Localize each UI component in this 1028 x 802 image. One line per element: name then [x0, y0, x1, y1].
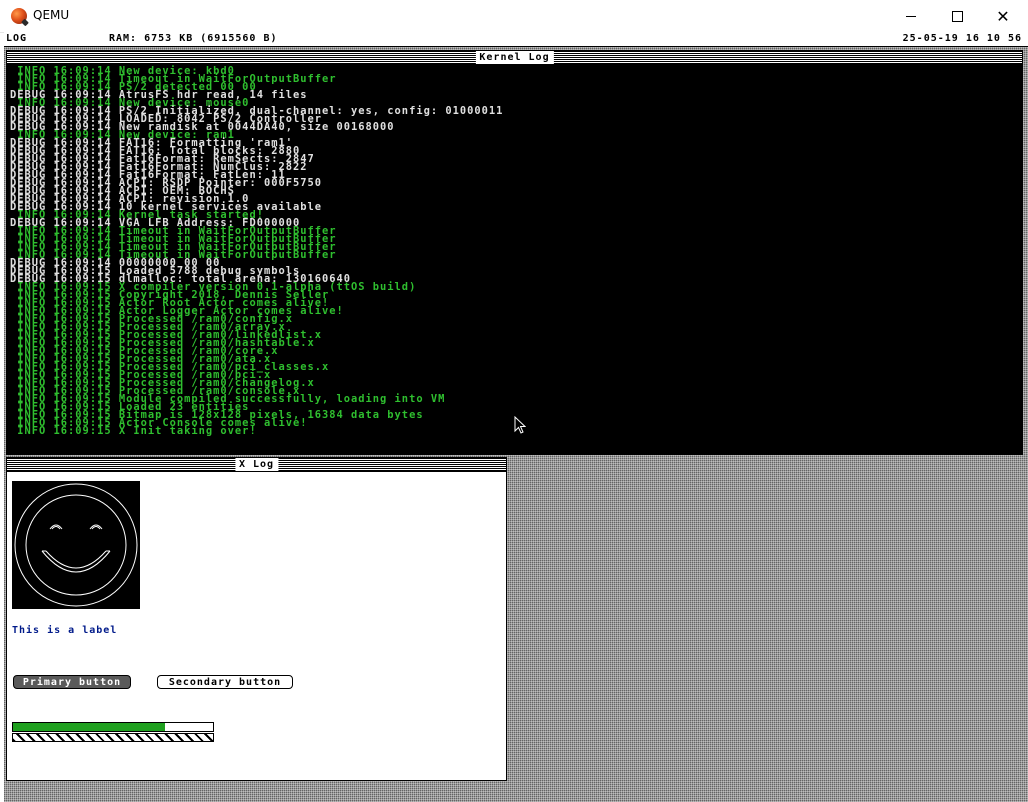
x-log-titlebar[interactable]: X Log	[7, 458, 506, 472]
mouse-pointer-icon	[514, 416, 526, 434]
x-log-window[interactable]: X Log This is a label Primary button Sec…	[6, 457, 507, 781]
kernel-log-title: Kernel Log	[475, 51, 554, 64]
kernel-log-window[interactable]: Kernel Log INFO 16:09:14 New device: kbd…	[6, 50, 1023, 455]
progress-fill	[13, 723, 165, 731]
secondary-button[interactable]: Secondary button	[157, 675, 293, 689]
maximize-button[interactable]	[934, 0, 980, 32]
qemu-app-icon	[11, 8, 27, 24]
kernel-log-output: INFO 16:09:14 New device: kbd0 INFO 16:0…	[7, 65, 1022, 454]
x-label: This is a label	[12, 625, 118, 636]
window-title: QEMU	[33, 8, 70, 22]
close-button[interactable]: ✕	[980, 0, 1026, 32]
x-log-title: X Log	[234, 458, 279, 471]
kernel-log-titlebar[interactable]: Kernel Log	[7, 51, 1022, 65]
busy-indicator	[12, 733, 214, 742]
clock-readout: 25-05-19 16 10 56	[902, 33, 1022, 44]
smiley-bitmap	[12, 481, 140, 609]
x-log-body: This is a label Primary button Secondary…	[7, 472, 506, 780]
minimize-button[interactable]	[888, 0, 934, 32]
status-bar: LOG RAM: 6753 KB (6915560 B) 25-05-19 16…	[4, 32, 1028, 47]
mode-indicator: LOG	[6, 33, 28, 44]
ram-readout: RAM: 6753 KB (6915560 B)	[109, 33, 278, 44]
guest-screen: LOG RAM: 6753 KB (6915560 B) 25-05-19 16…	[4, 32, 1028, 802]
primary-button[interactable]: Primary button	[13, 675, 131, 689]
window-titlebar[interactable]: QEMU ✕	[0, 0, 1028, 33]
progress-bar	[12, 722, 214, 732]
